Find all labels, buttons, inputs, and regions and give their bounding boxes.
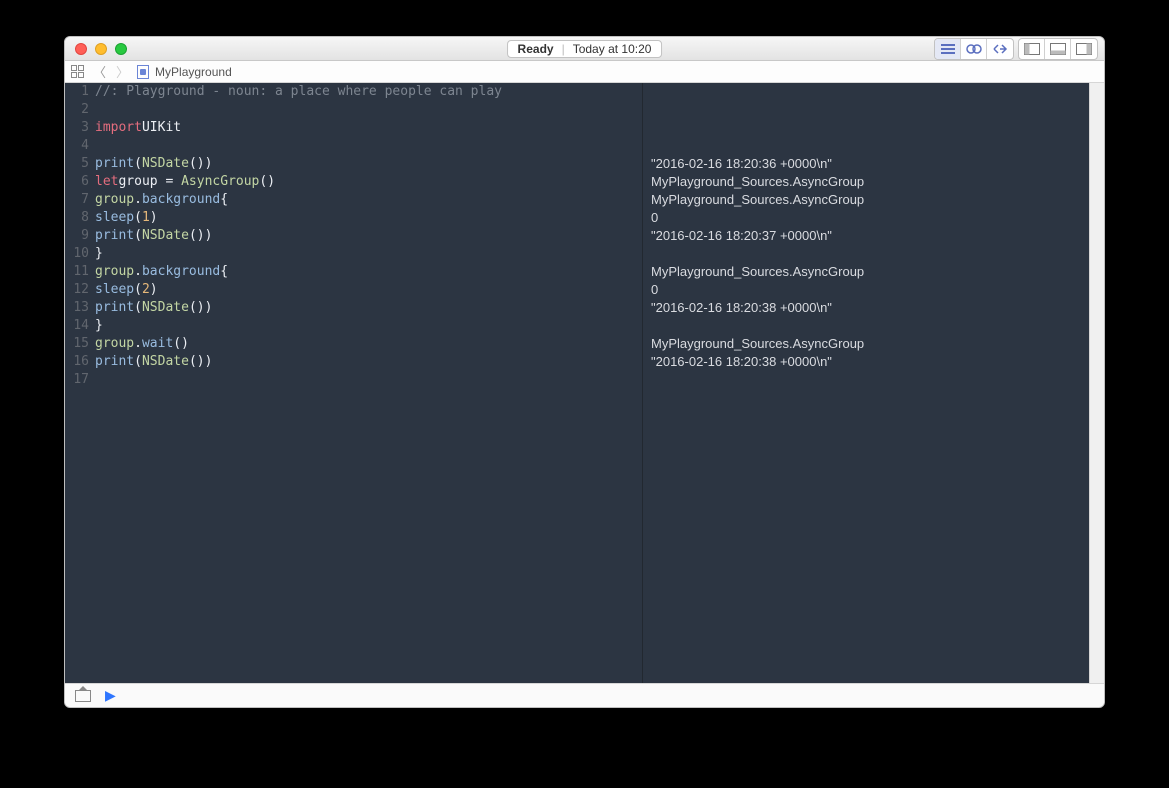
line-number: 7 <box>65 191 89 209</box>
line-number: 14 <box>65 317 89 335</box>
result-line <box>651 119 1089 137</box>
line-number: 12 <box>65 281 89 299</box>
code-line[interactable]: import UIKit <box>95 119 642 137</box>
line-gutter: 1234567891011121314151617 <box>65 83 95 683</box>
editor-area: 1234567891011121314151617 //: Playground… <box>65 83 1104 683</box>
result-line <box>651 83 1089 101</box>
editor-mode-segment <box>934 38 1014 60</box>
result-line: MyPlayground_Sources.AsyncGroup <box>651 335 1089 353</box>
result-line <box>651 101 1089 119</box>
toolbar-right <box>934 38 1098 60</box>
source-editor[interactable]: //: Playground - noun: a place where peo… <box>95 83 643 683</box>
code-line[interactable]: print(NSDate()) <box>95 227 642 245</box>
result-line: "2016-02-16 18:20:38 +0000\n" <box>651 299 1089 317</box>
left-panel-toggle-icon[interactable] <box>1019 39 1045 59</box>
code-line[interactable] <box>95 371 642 389</box>
code-line[interactable]: sleep(2) <box>95 281 642 299</box>
result-line: 0 <box>651 209 1089 227</box>
bottom-panel-toggle-icon[interactable] <box>1045 39 1071 59</box>
close-icon[interactable] <box>75 43 87 55</box>
line-number: 4 <box>65 137 89 155</box>
line-number: 8 <box>65 209 89 227</box>
line-number: 5 <box>65 155 89 173</box>
code-line[interactable]: } <box>95 317 642 335</box>
line-number: 6 <box>65 173 89 191</box>
status-time: Today at 10:20 <box>573 42 652 56</box>
version-editor-icon[interactable] <box>987 39 1013 59</box>
xcode-window: Ready | Today at 10:20 <box>64 36 1105 708</box>
code-line[interactable]: print(NSDate()) <box>95 353 642 371</box>
line-number: 11 <box>65 263 89 281</box>
code-line[interactable]: //: Playground - noun: a place where peo… <box>95 83 642 101</box>
nav-back-icon[interactable]: 〈 <box>91 62 108 81</box>
code-line[interactable]: group.wait() <box>95 335 642 353</box>
code-line[interactable]: print(NSDate()) <box>95 155 642 173</box>
code-line[interactable] <box>95 101 642 119</box>
vertical-scrollbar[interactable] <box>1089 83 1104 683</box>
activity-viewer: Ready | Today at 10:20 <box>507 40 663 58</box>
code-line[interactable]: print(NSDate()) <box>95 299 642 317</box>
result-line <box>651 137 1089 155</box>
zoom-icon[interactable] <box>115 43 127 55</box>
line-number: 15 <box>65 335 89 353</box>
result-line: "2016-02-16 18:20:36 +0000\n" <box>651 155 1089 173</box>
line-number: 2 <box>65 101 89 119</box>
standard-editor-icon[interactable] <box>935 39 961 59</box>
line-number: 3 <box>65 119 89 137</box>
code-line[interactable]: let group = AsyncGroup() <box>95 173 642 191</box>
line-number: 1 <box>65 83 89 101</box>
line-number: 10 <box>65 245 89 263</box>
status-label: Ready <box>518 42 554 56</box>
minimize-icon[interactable] <box>95 43 107 55</box>
breadcrumb-doc[interactable]: MyPlayground <box>155 65 232 79</box>
line-number: 17 <box>65 371 89 389</box>
nav-forward-icon[interactable]: 〉 <box>114 62 131 81</box>
debug-bar: ▶ <box>65 683 1104 707</box>
code-line[interactable]: sleep(1) <box>95 209 642 227</box>
result-line: 0 <box>651 281 1089 299</box>
code-line[interactable] <box>95 137 642 155</box>
code-line[interactable]: group.background { <box>95 191 642 209</box>
result-line <box>651 317 1089 335</box>
assistant-editor-icon[interactable] <box>961 39 987 59</box>
result-line: MyPlayground_Sources.AsyncGroup <box>651 191 1089 209</box>
right-panel-toggle-icon[interactable] <box>1071 39 1097 59</box>
result-line: "2016-02-16 18:20:38 +0000\n" <box>651 353 1089 371</box>
playground-file-icon <box>137 65 149 79</box>
results-sidebar: "2016-02-16 18:20:36 +0000\n"MyPlaygroun… <box>643 83 1089 683</box>
traffic-lights <box>65 43 127 55</box>
line-number: 13 <box>65 299 89 317</box>
line-number: 9 <box>65 227 89 245</box>
result-line: "2016-02-16 18:20:37 +0000\n" <box>651 227 1089 245</box>
line-number: 16 <box>65 353 89 371</box>
jump-bar: 〈 〉 MyPlayground <box>65 61 1104 83</box>
execute-playground-icon[interactable]: ▶ <box>105 687 116 704</box>
result-line <box>651 245 1089 263</box>
titlebar: Ready | Today at 10:20 <box>65 37 1104 61</box>
code-line[interactable]: } <box>95 245 642 263</box>
result-line: MyPlayground_Sources.AsyncGroup <box>651 263 1089 281</box>
code-line[interactable]: group.background { <box>95 263 642 281</box>
debug-area-toggle-icon[interactable] <box>75 690 91 702</box>
result-line <box>651 371 1089 389</box>
panel-toggle-segment <box>1018 38 1098 60</box>
related-items-icon[interactable] <box>71 65 85 79</box>
result-line: MyPlayground_Sources.AsyncGroup <box>651 173 1089 191</box>
